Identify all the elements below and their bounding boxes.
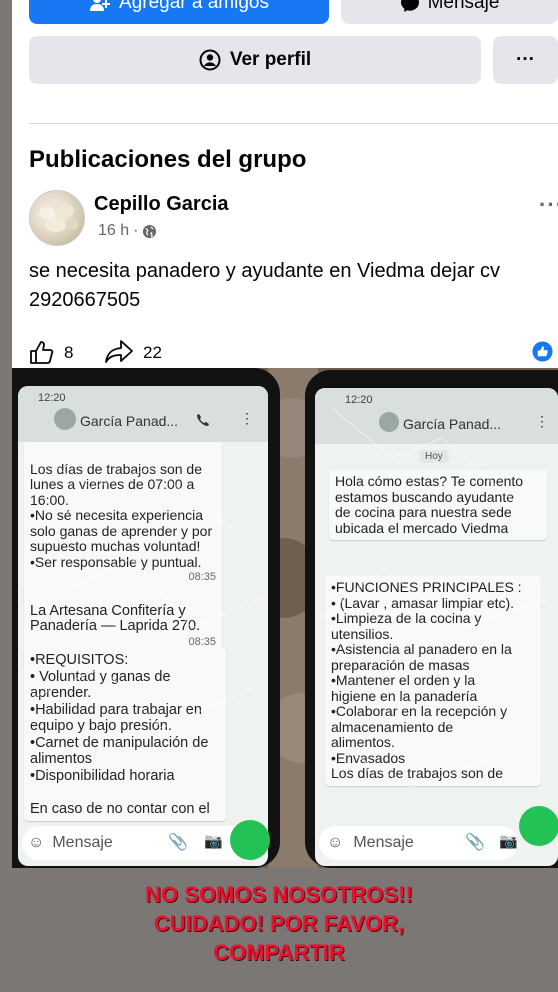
post-actions-bar: 8 22 xyxy=(29,338,558,368)
view-profile-label: Ver perfil xyxy=(229,49,312,70)
warning-line-1: NO SOMOS NOSOTROS!! xyxy=(145,882,413,907)
right-chat-header: 12:20 García Panad... ⋮ xyxy=(315,388,558,444)
left-chat-header: 12:20 García Panad... ⋮ xyxy=(18,386,268,442)
left-message-1: Los días de trabajos son de lunes a vier… xyxy=(24,442,222,605)
add-friend-button[interactable]: Agregar a amigos xyxy=(29,0,329,24)
share-icon[interactable] xyxy=(104,339,134,364)
message-label: Mensaje xyxy=(427,0,500,13)
left-input-placeholder: Mensaje xyxy=(52,834,113,851)
warning-line-3: COMPARTIR xyxy=(213,940,345,965)
right-contact-name[interactable]: García Panad... xyxy=(403,416,501,432)
post-meta: 16 h · xyxy=(98,222,157,240)
left-camera-icon[interactable]: 📷 xyxy=(204,832,223,850)
like-icon[interactable] xyxy=(29,340,55,365)
left-message-1-text: Los días de trabajos son de lunes a vier… xyxy=(30,460,213,570)
right-message-1: Hola cómo estas? Te comento estamos busc… xyxy=(329,470,547,540)
more-options-button[interactable]: ··· xyxy=(493,36,558,84)
add-friend-label: Agregar a amigos xyxy=(119,0,269,13)
like-reaction-icon xyxy=(532,341,553,362)
section-divider xyxy=(29,123,558,124)
share-count: 22 xyxy=(143,343,162,362)
section-title: Publicaciones del grupo xyxy=(29,146,307,173)
post-photo[interactable]: 12:20 García Panad... ⋮ Los días de trab… xyxy=(12,368,558,868)
right-date-chip: Hoy xyxy=(419,450,449,463)
right-message-2: •FUNCIONES PRINCIPALES : • (Lavar , amas… xyxy=(325,576,541,786)
add-friend-icon xyxy=(90,0,111,11)
right-input-placeholder: Mensaje xyxy=(353,834,414,851)
right-camera-icon[interactable]: 📷 xyxy=(499,832,518,850)
like-count: 8 xyxy=(64,343,74,362)
meta-separator: · xyxy=(133,222,139,239)
right-phone: 12:20 García Panad... ⋮ Hoy Hola cómo es… xyxy=(305,370,558,868)
post-time[interactable]: 16 h xyxy=(98,222,129,240)
left-menu-icon[interactable]: ⋮ xyxy=(240,410,254,427)
left-message-2-text: La Artesana Confitería y Panadería — Lap… xyxy=(30,602,201,634)
left-phone-screen: 12:20 García Panad... ⋮ Los días de trab… xyxy=(18,386,268,866)
right-contact-avatar xyxy=(379,412,399,432)
right-message-input[interactable]: ☺ Mensaje 📎 📷 xyxy=(319,826,518,860)
bread-image xyxy=(39,204,79,232)
right-menu-icon[interactable]: ⋮ xyxy=(535,413,549,430)
facebook-profile-card: Agregar a amigos Mensaje Ver perfil ··· … xyxy=(12,0,558,868)
left-send-button[interactable] xyxy=(230,820,270,860)
right-phone-screen: 12:20 García Panad... ⋮ Hoy Hola cómo es… xyxy=(315,388,558,866)
profile-icon xyxy=(199,49,221,71)
left-phone: 12:20 García Panad... ⋮ Los días de trab… xyxy=(12,368,280,868)
right-status-time: 12:20 xyxy=(345,394,373,406)
message-button[interactable]: Mensaje xyxy=(341,0,558,24)
left-message-3: •REQUISITOS: • Voluntad y ganas de apren… xyxy=(24,648,226,821)
right-attach-icon[interactable]: 📎 xyxy=(465,832,485,852)
left-contact-avatar xyxy=(54,408,76,430)
left-call-icon[interactable] xyxy=(196,413,210,427)
warning-overlay: NO SOMOS NOSOTROS!! CUIDADO! POR FAVOR, … xyxy=(0,880,558,967)
messenger-icon xyxy=(400,0,419,12)
post-author[interactable]: Cepillo Garcia xyxy=(94,193,229,216)
left-emoji-icon[interactable]: ☺ xyxy=(28,834,44,852)
author-avatar[interactable] xyxy=(29,190,85,246)
more-options-icon: ··· xyxy=(516,49,535,70)
left-attach-icon[interactable]: 📎 xyxy=(168,832,188,852)
left-contact-name[interactable]: García Panad... xyxy=(80,413,178,429)
right-send-button[interactable] xyxy=(519,806,558,846)
right-emoji-icon[interactable]: ☺ xyxy=(327,834,343,852)
left-status-time: 12:20 xyxy=(38,392,66,404)
post-more-options-icon[interactable]: ··· xyxy=(539,192,558,218)
warning-line-2: CUIDADO! POR FAVOR, xyxy=(153,911,405,936)
globe-icon xyxy=(143,224,157,238)
post-text: se necesita panadero y ayudante en Viedm… xyxy=(29,260,501,311)
view-profile-button[interactable]: Ver perfil xyxy=(29,36,481,84)
left-message-input[interactable]: ☺ Mensaje 📎 📷 xyxy=(22,826,264,860)
